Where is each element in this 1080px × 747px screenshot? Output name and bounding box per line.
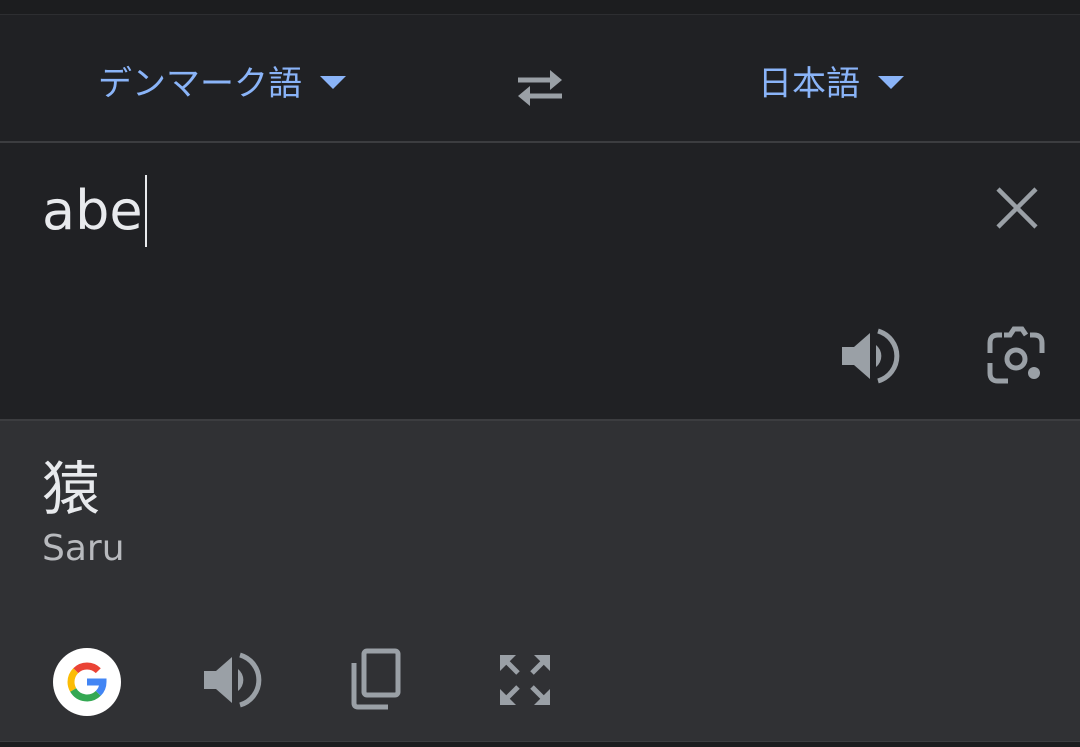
listen-source-button[interactable] <box>838 325 900 387</box>
clear-input-button[interactable] <box>990 181 1044 235</box>
status-bar-edge <box>0 0 1080 15</box>
speaker-icon <box>204 652 262 708</box>
google-search-button[interactable] <box>53 648 121 716</box>
close-icon <box>996 187 1038 229</box>
caret-down-icon <box>878 75 904 89</box>
language-bar: デンマーク語 日本語 <box>0 15 1080 143</box>
translation-romanization: Saru <box>42 528 125 569</box>
source-language-selector[interactable]: デンマーク語 <box>98 55 346 105</box>
source-text-input[interactable]: abe <box>42 175 147 247</box>
source-input-area[interactable]: abe <box>0 143 1080 421</box>
text-cursor <box>144 175 147 247</box>
copy-icon <box>351 648 401 710</box>
translation-result-card: 猿 Saru <box>0 421 1080 741</box>
camera-lens-icon <box>987 326 1045 384</box>
copy-translation-button[interactable] <box>346 647 406 711</box>
caret-down-icon <box>320 75 346 89</box>
source-language-label: デンマーク語 <box>98 63 302 104</box>
fullscreen-icon <box>500 655 550 705</box>
fullscreen-button[interactable] <box>494 649 556 711</box>
camera-translate-button[interactable] <box>984 325 1048 389</box>
bottom-edge <box>0 741 1080 747</box>
listen-translation-button[interactable] <box>200 649 262 711</box>
translation-text: 猿 <box>42 455 101 523</box>
target-language-label: 日本語 <box>758 63 860 104</box>
speaker-icon <box>842 328 900 384</box>
swap-arrows-icon <box>518 70 562 106</box>
source-text: abe <box>42 179 143 242</box>
target-language-selector[interactable]: 日本語 <box>758 55 904 105</box>
google-g-icon <box>67 662 107 702</box>
swap-languages-button[interactable] <box>510 60 570 110</box>
